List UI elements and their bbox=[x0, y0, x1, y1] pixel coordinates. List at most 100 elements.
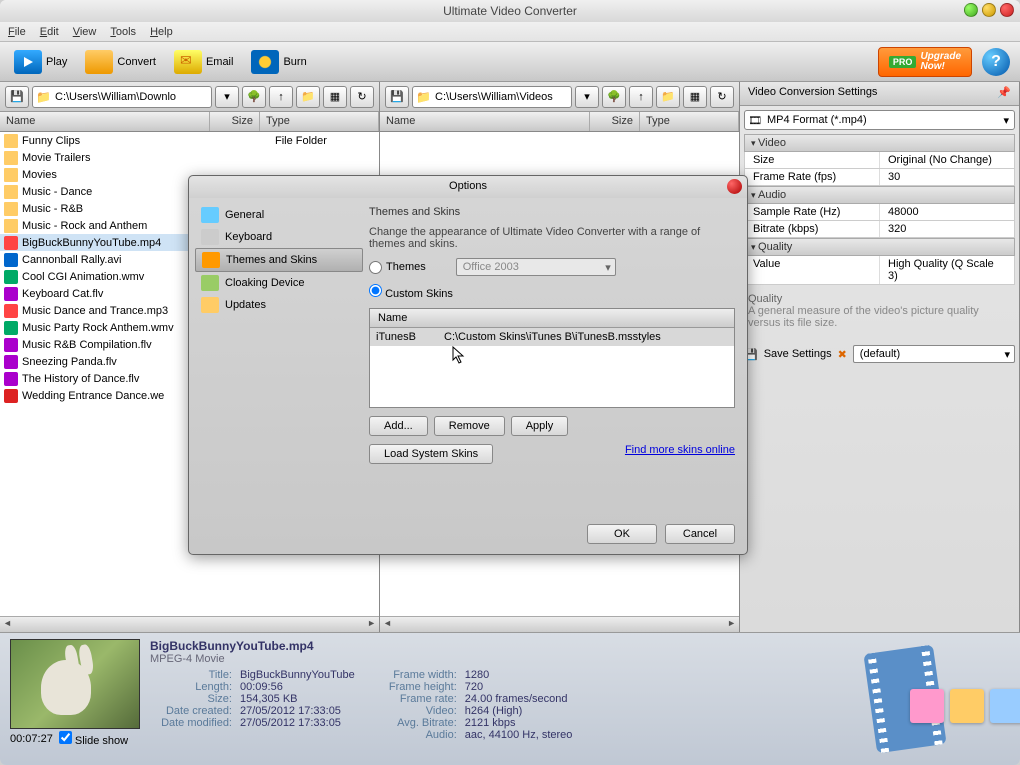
source-path[interactable]: C:\Users\William\Downlo bbox=[32, 86, 212, 108]
dest-columns: Name Size Type bbox=[380, 112, 739, 132]
bitrate[interactable]: 320 bbox=[880, 221, 1014, 237]
themes-radio[interactable]: Themes bbox=[369, 261, 426, 274]
convert-button[interactable]: Convert bbox=[81, 48, 160, 76]
skin-row[interactable]: iTunesB C:\Custom Skins\iTunes B\iTunesB… bbox=[370, 328, 734, 346]
file-name: BigBuckBunnyYouTube.mp4 bbox=[150, 639, 572, 653]
options-item-updates[interactable]: Updates bbox=[195, 294, 363, 316]
drive-icon[interactable]: 💾 bbox=[5, 86, 29, 108]
view-icon[interactable]: ▦ bbox=[683, 86, 707, 108]
file-row[interactable]: Movie Trailers bbox=[0, 149, 379, 166]
folder-up-icon[interactable]: ↑ bbox=[269, 86, 293, 108]
view-icon[interactable]: ▦ bbox=[323, 86, 347, 108]
col-name[interactable]: Name bbox=[380, 112, 590, 131]
options-sidebar: GeneralKeyboardThemes and SkinsCloaking … bbox=[189, 198, 369, 514]
cursor-icon bbox=[452, 346, 468, 366]
apply-button[interactable]: Apply bbox=[511, 416, 569, 436]
nav-up-icon[interactable]: ▾ bbox=[215, 86, 239, 108]
file-icon bbox=[4, 355, 18, 369]
window-controls bbox=[964, 3, 1014, 17]
email-icon bbox=[174, 50, 202, 74]
dest-path[interactable]: C:\Users\William\Videos bbox=[412, 86, 572, 108]
folder-up-icon[interactable]: ↑ bbox=[629, 86, 653, 108]
options-dialog: Options GeneralKeyboardThemes and SkinsC… bbox=[188, 175, 748, 555]
upgrade-button[interactable]: PROUpgrade Now! bbox=[878, 47, 972, 77]
video-group[interactable]: Video bbox=[744, 134, 1015, 152]
options-item-general[interactable]: General bbox=[195, 204, 363, 226]
delete-icon[interactable]: ✖ bbox=[838, 348, 847, 361]
refresh-icon[interactable]: ↻ bbox=[710, 86, 734, 108]
dialog-close-button[interactable] bbox=[727, 179, 742, 194]
menu-help[interactable]: Help bbox=[150, 26, 173, 38]
file-icon bbox=[4, 185, 18, 199]
menu-view[interactable]: View bbox=[73, 26, 97, 38]
ok-button[interactable]: OK bbox=[587, 524, 657, 544]
dialog-titlebar: Options bbox=[189, 176, 747, 198]
drive-icon[interactable]: 💾 bbox=[385, 86, 409, 108]
file-icon bbox=[4, 287, 18, 301]
preset-dropdown[interactable]: (default) bbox=[853, 345, 1015, 363]
new-folder-icon[interactable]: 📁 bbox=[296, 86, 320, 108]
format-dropdown[interactable]: MP4 Format (*.mp4) bbox=[744, 110, 1015, 130]
find-skins-link[interactable]: Find more skins online bbox=[625, 444, 735, 464]
add-button[interactable]: Add... bbox=[369, 416, 428, 436]
file-icon bbox=[4, 389, 18, 403]
category-icon bbox=[201, 275, 219, 291]
help-button[interactable]: ? bbox=[982, 48, 1010, 76]
close-button[interactable] bbox=[1000, 3, 1014, 17]
dialog-footer: OK Cancel bbox=[189, 514, 747, 554]
app-title: Ultimate Video Converter bbox=[443, 4, 577, 18]
menu-edit[interactable]: Edit bbox=[40, 26, 59, 38]
quality-group[interactable]: Quality bbox=[744, 238, 1015, 256]
maximize-button[interactable] bbox=[982, 3, 996, 17]
dest-pathbar: 💾 C:\Users\William\Videos ▾ 🌳 ↑ 📁 ▦ ↻ bbox=[380, 82, 739, 112]
preview-pane: 00:07:27 Slide show BigBuckBunnyYouTube.… bbox=[0, 632, 1020, 765]
pin-icon[interactable]: 📌 bbox=[997, 86, 1011, 101]
category-icon bbox=[201, 297, 219, 313]
slideshow-checkbox[interactable]: Slide show bbox=[59, 731, 128, 747]
file-metadata: BigBuckBunnyYouTube.mp4 MPEG-4 Movie Tit… bbox=[150, 639, 572, 759]
new-folder-icon[interactable]: 📁 bbox=[656, 86, 680, 108]
quality-value[interactable]: High Quality (Q Scale 3) bbox=[880, 256, 1014, 284]
file-icon bbox=[4, 202, 18, 216]
custom-skins-radio[interactable]: Custom Skins bbox=[369, 284, 735, 300]
audio-group[interactable]: Audio bbox=[744, 186, 1015, 204]
col-type[interactable]: Type bbox=[260, 112, 379, 131]
col-type[interactable]: Type bbox=[640, 112, 739, 131]
minimize-button[interactable] bbox=[964, 3, 978, 17]
skins-table[interactable]: Name iTunesB C:\Custom Skins\iTunes B\iT… bbox=[369, 308, 735, 408]
file-row[interactable]: Funny ClipsFile Folder bbox=[0, 132, 379, 149]
menu-file[interactable]: File bbox=[8, 26, 26, 38]
file-icon bbox=[4, 134, 18, 148]
menu-tools[interactable]: Tools bbox=[110, 26, 136, 38]
col-name[interactable]: Name bbox=[0, 112, 210, 131]
col-size[interactable]: Size bbox=[590, 112, 640, 131]
file-icon bbox=[4, 219, 18, 233]
options-item-themes-and-skins[interactable]: Themes and Skins bbox=[195, 248, 363, 272]
sample-rate[interactable]: 48000 bbox=[880, 204, 1014, 220]
convert-icon bbox=[85, 50, 113, 74]
nav-tree-icon[interactable]: 🌳 bbox=[242, 86, 266, 108]
thumbnail: 00:07:27 Slide show bbox=[10, 639, 140, 759]
file-icon bbox=[4, 168, 18, 182]
preview-image[interactable] bbox=[10, 639, 140, 729]
theme-dropdown[interactable]: Office 2003 bbox=[456, 258, 616, 276]
options-item-cloaking-device[interactable]: Cloaking Device bbox=[195, 272, 363, 294]
load-skins-button[interactable]: Load System Skins bbox=[369, 444, 493, 464]
email-button[interactable]: Email bbox=[170, 48, 238, 76]
video-size[interactable]: Original (No Change) bbox=[880, 152, 1014, 168]
col-size[interactable]: Size bbox=[210, 112, 260, 131]
cancel-button[interactable]: Cancel bbox=[665, 524, 735, 544]
refresh-icon[interactable]: ↻ bbox=[350, 86, 374, 108]
file-icon bbox=[4, 321, 18, 335]
options-item-keyboard[interactable]: Keyboard bbox=[195, 226, 363, 248]
source-scrollbar[interactable] bbox=[0, 616, 379, 632]
nav-tree-icon[interactable]: 🌳 bbox=[602, 86, 626, 108]
menubar: File Edit View Tools Help bbox=[0, 22, 1020, 42]
play-button[interactable]: Play bbox=[10, 48, 71, 76]
burn-button[interactable]: Burn bbox=[247, 48, 310, 76]
nav-up-icon[interactable]: ▾ bbox=[575, 86, 599, 108]
frame-rate[interactable]: 30 bbox=[880, 169, 1014, 185]
remove-button[interactable]: Remove bbox=[434, 416, 505, 436]
file-icon bbox=[4, 338, 18, 352]
dest-scrollbar[interactable] bbox=[380, 616, 739, 632]
